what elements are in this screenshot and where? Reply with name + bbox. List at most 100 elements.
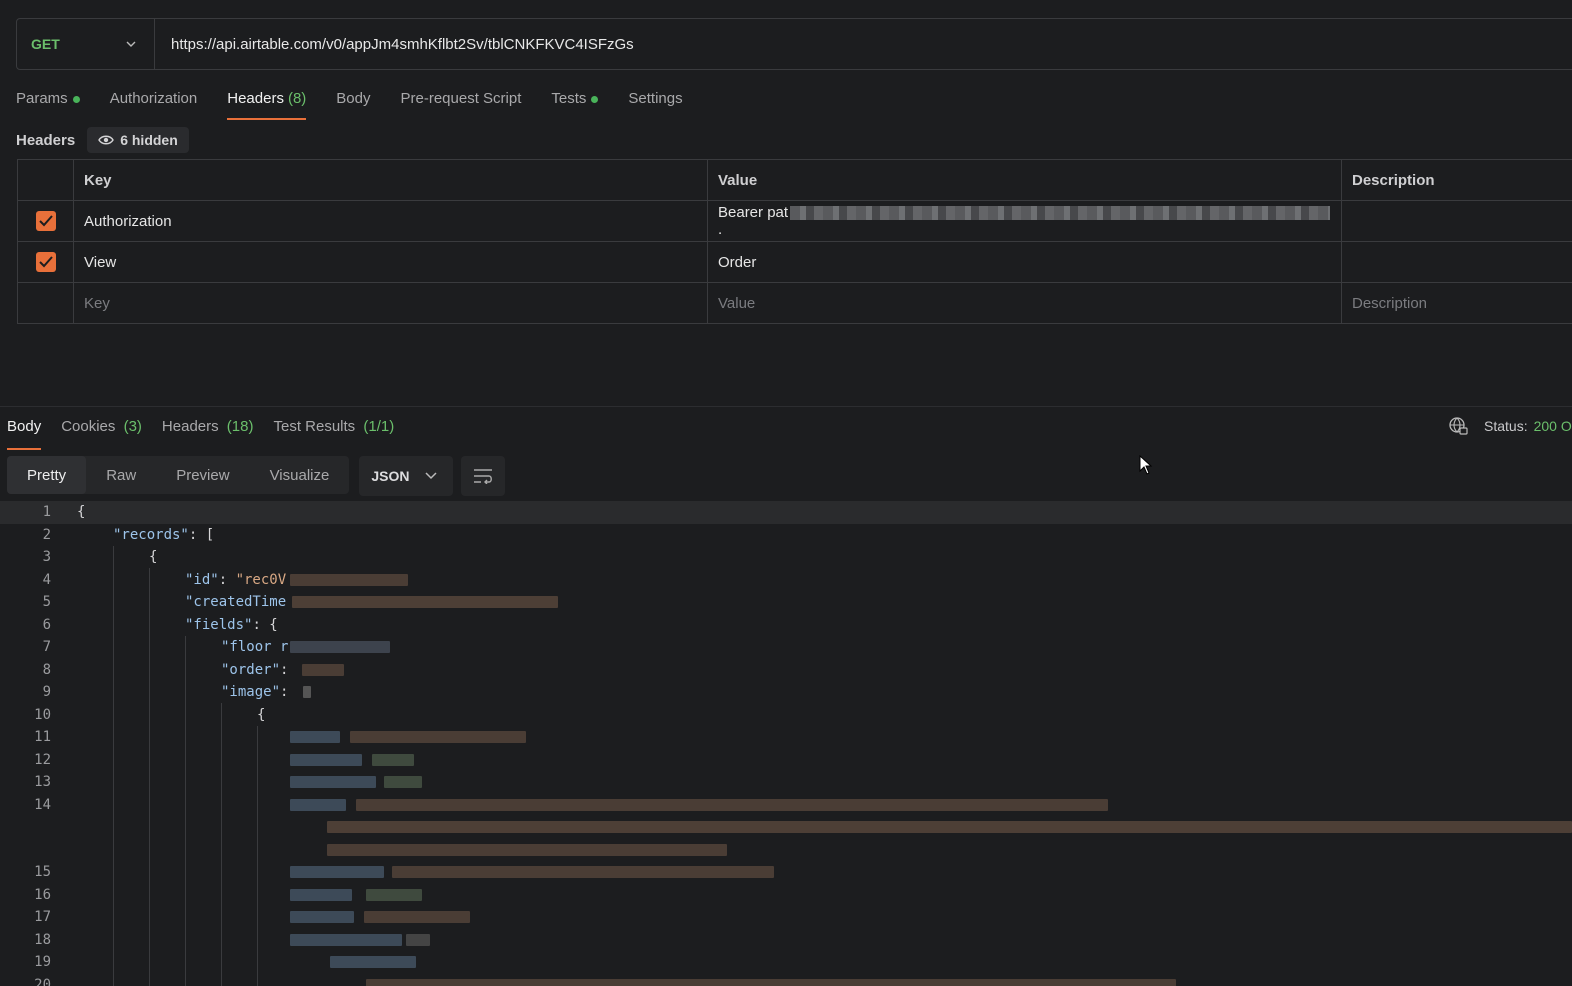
- json-key: "fields": [185, 616, 253, 633]
- tab-count: (3): [123, 418, 142, 435]
- line-number: 4: [42, 571, 51, 588]
- value-column-header: Value: [707, 159, 1342, 201]
- line-number: 18: [34, 931, 51, 948]
- wrap-lines-button[interactable]: [461, 456, 506, 496]
- hidden-count: 6 hidden: [120, 132, 178, 148]
- code-line: 13: [0, 771, 1572, 794]
- value-cell[interactable]: Order: [707, 241, 1342, 283]
- code-line: 20: [0, 974, 1572, 986]
- tab-response-body[interactable]: Body: [7, 416, 42, 450]
- tab-params[interactable]: Params: [16, 88, 80, 120]
- table-row: View Order: [17, 241, 1572, 283]
- tab-cookies[interactable]: Cookies (3): [61, 416, 142, 448]
- code-line: 5 "createdTime: [0, 591, 1572, 614]
- method-selector[interactable]: GET: [17, 19, 155, 69]
- line-number: 12: [34, 751, 51, 768]
- code-line: 9 "image":: [0, 681, 1572, 704]
- redacted-value: [392, 866, 774, 879]
- hidden-headers-toggle[interactable]: 6 hidden: [87, 127, 189, 153]
- redacted-value: [356, 798, 1108, 811]
- key-column-header: Key: [73, 159, 708, 201]
- json-punct: : {: [252, 616, 278, 633]
- globe-lock-icon[interactable]: [1448, 416, 1468, 436]
- redacted-value: [364, 911, 470, 924]
- redacted-value: [290, 731, 340, 744]
- view-visualize-button[interactable]: Visualize: [250, 456, 350, 494]
- redacted-value: [290, 933, 402, 946]
- code-line: 1{: [0, 501, 1572, 524]
- tab-label: Cookies: [61, 418, 116, 435]
- code-text: "image":: [221, 684, 288, 700]
- code-line: 16: [0, 884, 1572, 907]
- value-input[interactable]: Value: [707, 282, 1342, 324]
- redacted-value: [290, 641, 390, 654]
- view-preview-button[interactable]: Preview: [156, 456, 249, 494]
- row-checkbox[interactable]: [35, 211, 56, 231]
- status-label: Status:: [1484, 418, 1528, 434]
- json-key: "id": [185, 571, 219, 588]
- code-line-wrapped: [0, 839, 1572, 862]
- json-punct: :: [280, 684, 289, 701]
- tab-label: Tests: [551, 90, 587, 107]
- view-raw-button[interactable]: Raw: [86, 456, 156, 494]
- description-input[interactable]: Description: [1341, 282, 1572, 324]
- table-header-row: Key Value Description: [17, 159, 1572, 201]
- value-cell[interactable]: Bearer pat.: [707, 200, 1342, 242]
- tab-settings[interactable]: Settings: [628, 88, 682, 120]
- key-input[interactable]: Key: [73, 282, 708, 324]
- code-text: "records": [: [113, 527, 214, 543]
- row-checkbox-cell: [17, 200, 74, 242]
- line-number: 7: [42, 639, 51, 656]
- tab-body[interactable]: Body: [336, 88, 370, 120]
- code-text: "fields": {: [185, 617, 278, 633]
- line-number: 13: [34, 774, 51, 791]
- json-key: "image": [221, 684, 281, 701]
- redacted-value: [290, 911, 354, 924]
- redacted-value: [372, 753, 414, 766]
- line-number: 14: [34, 796, 51, 813]
- code-line: 18: [0, 929, 1572, 952]
- line-number: 9: [42, 684, 51, 701]
- tab-count: (1/1): [363, 418, 395, 435]
- tab-pre-request-script[interactable]: Pre-request Script: [401, 88, 522, 120]
- code-line: 8 "order":: [0, 659, 1572, 682]
- tab-label: Body: [336, 90, 371, 107]
- wrap-icon: [474, 469, 493, 484]
- redacted-value: [290, 573, 408, 586]
- description-cell[interactable]: [1341, 241, 1572, 283]
- line-number: 6: [42, 616, 51, 633]
- method-label: GET: [31, 36, 60, 52]
- view-pretty-button[interactable]: Pretty: [7, 456, 87, 494]
- code-text: {: [77, 504, 86, 521]
- format-dropdown[interactable]: JSON: [359, 456, 454, 496]
- tab-response-headers[interactable]: Headers (18): [162, 416, 254, 448]
- status-dot: [591, 96, 599, 103]
- tab-tests[interactable]: Tests: [551, 88, 599, 120]
- tab-authorization[interactable]: Authorization: [110, 88, 198, 120]
- row-checkbox[interactable]: [35, 252, 56, 272]
- description-cell[interactable]: [1341, 200, 1572, 242]
- tab-headers[interactable]: Headers (8): [227, 88, 307, 120]
- line-number: 16: [34, 886, 51, 903]
- key-cell[interactable]: Authorization: [73, 200, 708, 242]
- tab-label: Headers: [227, 90, 284, 107]
- json-string: "rec0V: [235, 571, 287, 588]
- code-text: "id": "rec0V: [185, 572, 286, 588]
- redacted-token: [790, 206, 1331, 221]
- redacted-value: [330, 956, 416, 969]
- tab-test-results[interactable]: Test Results (1/1): [273, 416, 394, 448]
- code-line: 10 {: [0, 704, 1572, 727]
- line-number: 8: [42, 661, 51, 678]
- redacted-value: [292, 596, 558, 609]
- tab-label: Authorization: [109, 90, 198, 107]
- key-cell[interactable]: View: [73, 241, 708, 283]
- response-body-code[interactable]: 1{ 2 "records": [ 3{ 4 "id": "rec0V 5 "crea…: [0, 501, 1572, 986]
- table-row: Authorization Bearer pat.: [17, 200, 1572, 242]
- panel-divider[interactable]: [0, 406, 1572, 407]
- code-text: {: [257, 706, 266, 723]
- url-input[interactable]: https://api.airtable.com/v0/appJm4smhKfl…: [155, 36, 634, 53]
- code-line: 2 "records": [: [0, 524, 1572, 547]
- redacted-value: [384, 776, 422, 789]
- code-text: "order":: [221, 662, 288, 678]
- status-dot: [72, 96, 80, 103]
